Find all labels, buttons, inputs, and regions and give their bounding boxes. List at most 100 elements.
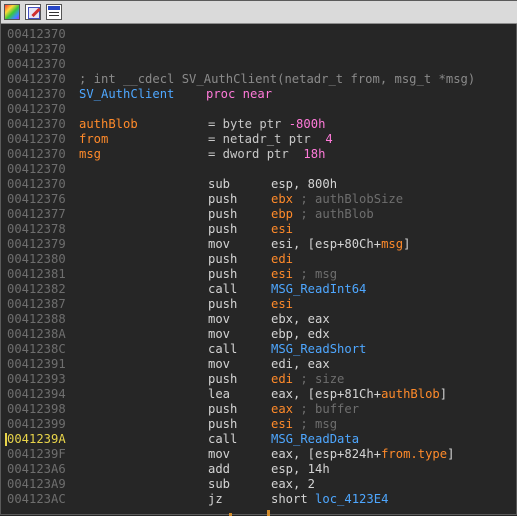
address-text: 00412388 (7, 312, 66, 326)
listing-line[interactable]: 00412370 (7, 102, 517, 117)
operand-text: ebp, edx (271, 327, 330, 341)
instruction-operands: MSG_ReadInt64 (271, 282, 366, 297)
address-text: 00412398 (7, 402, 66, 416)
address-text: 00412399 (7, 417, 66, 431)
register-operand[interactable]: ebp (271, 207, 293, 221)
register-operand[interactable]: esi (271, 297, 293, 311)
instruction-mnemonic: mov (208, 237, 231, 251)
listing-line[interactable]: 00412381 push esi ; msg (7, 267, 517, 282)
listing-line[interactable]: 00412370 from = netadr_t ptr 4 (7, 132, 517, 147)
instruction-operands: esp, 800h (271, 177, 337, 192)
address-text: 00412370 (7, 162, 66, 176)
address-text: 00412394 (7, 387, 66, 401)
listing-line[interactable]: 0041238C call MSG_ReadShort (7, 342, 517, 357)
listing-line[interactable]: 00412379 mov esi, [esp+80Ch+msg] (7, 237, 517, 252)
function-reference[interactable]: MSG_ReadShort (271, 342, 366, 356)
operand-comment: ; authBlobSize (293, 192, 404, 206)
address-text: 0041238C (7, 342, 66, 356)
instruction-mnemonic: push (208, 207, 238, 221)
address-text: 00412370 (7, 132, 66, 146)
listing-line[interactable]: 00412398 push eax ; buffer (7, 402, 517, 417)
register-operand[interactable]: ebx (271, 192, 293, 206)
listing-line[interactable]: 0041238A mov ebp, edx (7, 327, 517, 342)
operand-text: eax, 2 (271, 477, 316, 491)
instruction-mnemonic: sub (208, 477, 231, 491)
instruction-mnemonic: call (208, 432, 238, 446)
listing-line[interactable]: 00412377 push ebp ; authBlob (7, 207, 517, 222)
listing-line[interactable]: 00412370 (7, 42, 517, 57)
listing-line[interactable]: 00412399 push esi ; msg (7, 417, 517, 432)
stack-variable-offset: -800h (288, 117, 326, 131)
function-reference[interactable]: MSG_ReadData (271, 432, 359, 446)
operand-text: ebx, eax (271, 312, 330, 326)
listing-line[interactable]: 0041239F mov eax, [esp+824h+from.type] (7, 447, 517, 462)
address-text: 00412370 (7, 87, 66, 101)
register-operand[interactable]: esi (271, 222, 293, 236)
listing-line[interactable]: 00412370 authBlob = byte ptr -800h (7, 117, 517, 132)
listing-line[interactable]: 00412382 call MSG_ReadInt64 (7, 282, 517, 297)
listing-line[interactable]: 00412370 (7, 57, 517, 72)
operand-text: ] (439, 387, 448, 401)
stack-variable-name[interactable]: msg (79, 147, 101, 162)
listing-line[interactable]: 00412370 ; int __cdecl SV_AuthClient(neta… (7, 72, 517, 87)
stack-variable-reference[interactable]: from.type (381, 447, 447, 461)
operand-text: eax, [esp+824h+ (271, 447, 382, 461)
instruction-mnemonic: jz (208, 492, 223, 506)
listing-line[interactable]: 00412376 push ebx ; authBlobSize (7, 192, 517, 207)
function-prototype-comment: ; int __cdecl SV_AuthClient(netadr_t fro… (79, 72, 476, 86)
stack-variable-name[interactable]: authBlob (79, 117, 138, 132)
register-operand[interactable]: esi (271, 267, 293, 281)
listing-line[interactable]: 004123A9 sub eax, 2 (7, 477, 517, 492)
address-text: 00412370 (7, 147, 66, 161)
address-text: 00412370 (7, 27, 66, 41)
stack-variable-reference[interactable]: msg (381, 237, 403, 251)
register-operand[interactable]: esi (271, 417, 293, 431)
listing-line[interactable]: 00412380 push edi (7, 252, 517, 267)
instruction-operands: eax, [esp+824h+from.type] (271, 447, 454, 462)
stack-variable-reference[interactable]: authBlob (381, 387, 440, 401)
edit-function-icon[interactable] (25, 4, 41, 20)
listing-line[interactable]: 00412370 (7, 162, 517, 177)
address-text: 00412370 (7, 117, 66, 131)
listing-line[interactable]: 00412394 lea eax, [esp+81Ch+authBlob] (7, 387, 517, 402)
current-instruction-line[interactable]: 0041239A call MSG_ReadData (5, 432, 517, 447)
listing-line[interactable]: 00412393 push edi ; size (7, 372, 517, 387)
stack-variable-definition: = netadr_t ptr 4 (208, 132, 333, 146)
flow-arrow-icon (267, 510, 270, 516)
listing-line[interactable]: 00412370 SV_AuthClient proc near (7, 87, 517, 102)
listing-line[interactable]: 004123AC jz short loc_4123E4 (7, 492, 517, 507)
address-text: 0041239A (7, 432, 66, 446)
register-operand[interactable]: edi (271, 372, 293, 386)
address-text: 00412370 (7, 57, 66, 71)
instruction-mnemonic: push (208, 297, 238, 311)
register-operand[interactable]: eax (271, 402, 293, 416)
listing-line[interactable]: 00412370 (7, 27, 517, 42)
operand-text: esp, 800h (271, 177, 338, 191)
operand-comment: ; size (293, 372, 345, 386)
listing-line[interactable]: 00412370 msg = dword ptr 18h (7, 147, 517, 162)
proc-keyword: proc near (206, 87, 273, 101)
function-name-label[interactable]: SV_AuthClient (79, 87, 174, 102)
address-text: 0041238A (7, 327, 66, 341)
listing-line[interactable]: 00412387 push esi (7, 297, 517, 312)
listing-line[interactable]: 00412370 sub esp, 800h (7, 177, 517, 192)
address-text: 00412370 (7, 177, 66, 191)
address-text: 0041239F (7, 447, 66, 461)
code-label-reference[interactable]: loc_4123E4 (315, 492, 388, 506)
listing-line[interactable]: 00412391 mov edi, eax (7, 357, 517, 372)
disassembly-listing[interactable]: 00412370 00412370 00412370 00412370; int __… (5, 27, 517, 507)
listing-line[interactable]: 00412378 push esi (7, 222, 517, 237)
instruction-operands: esi, [esp+80Ch+msg] (271, 237, 410, 252)
function-reference[interactable]: MSG_ReadInt64 (271, 282, 366, 296)
listing-line[interactable]: 00412388 mov ebx, eax (7, 312, 517, 327)
hex-view-icon[interactable] (46, 4, 62, 20)
instruction-operands: ebp, edx (271, 327, 330, 342)
listing-line[interactable]: 004123A6 add esp, 14h (7, 462, 517, 477)
stack-variable-name[interactable]: from (79, 132, 108, 147)
address-text: 00412376 (7, 192, 66, 206)
register-operand[interactable]: edi (271, 252, 293, 266)
stack-variable-definition: = byte ptr -800h (208, 117, 326, 131)
instruction-operands: esi ; msg (271, 267, 337, 282)
graph-view-icon[interactable] (4, 4, 20, 20)
toolbar (1, 1, 517, 24)
